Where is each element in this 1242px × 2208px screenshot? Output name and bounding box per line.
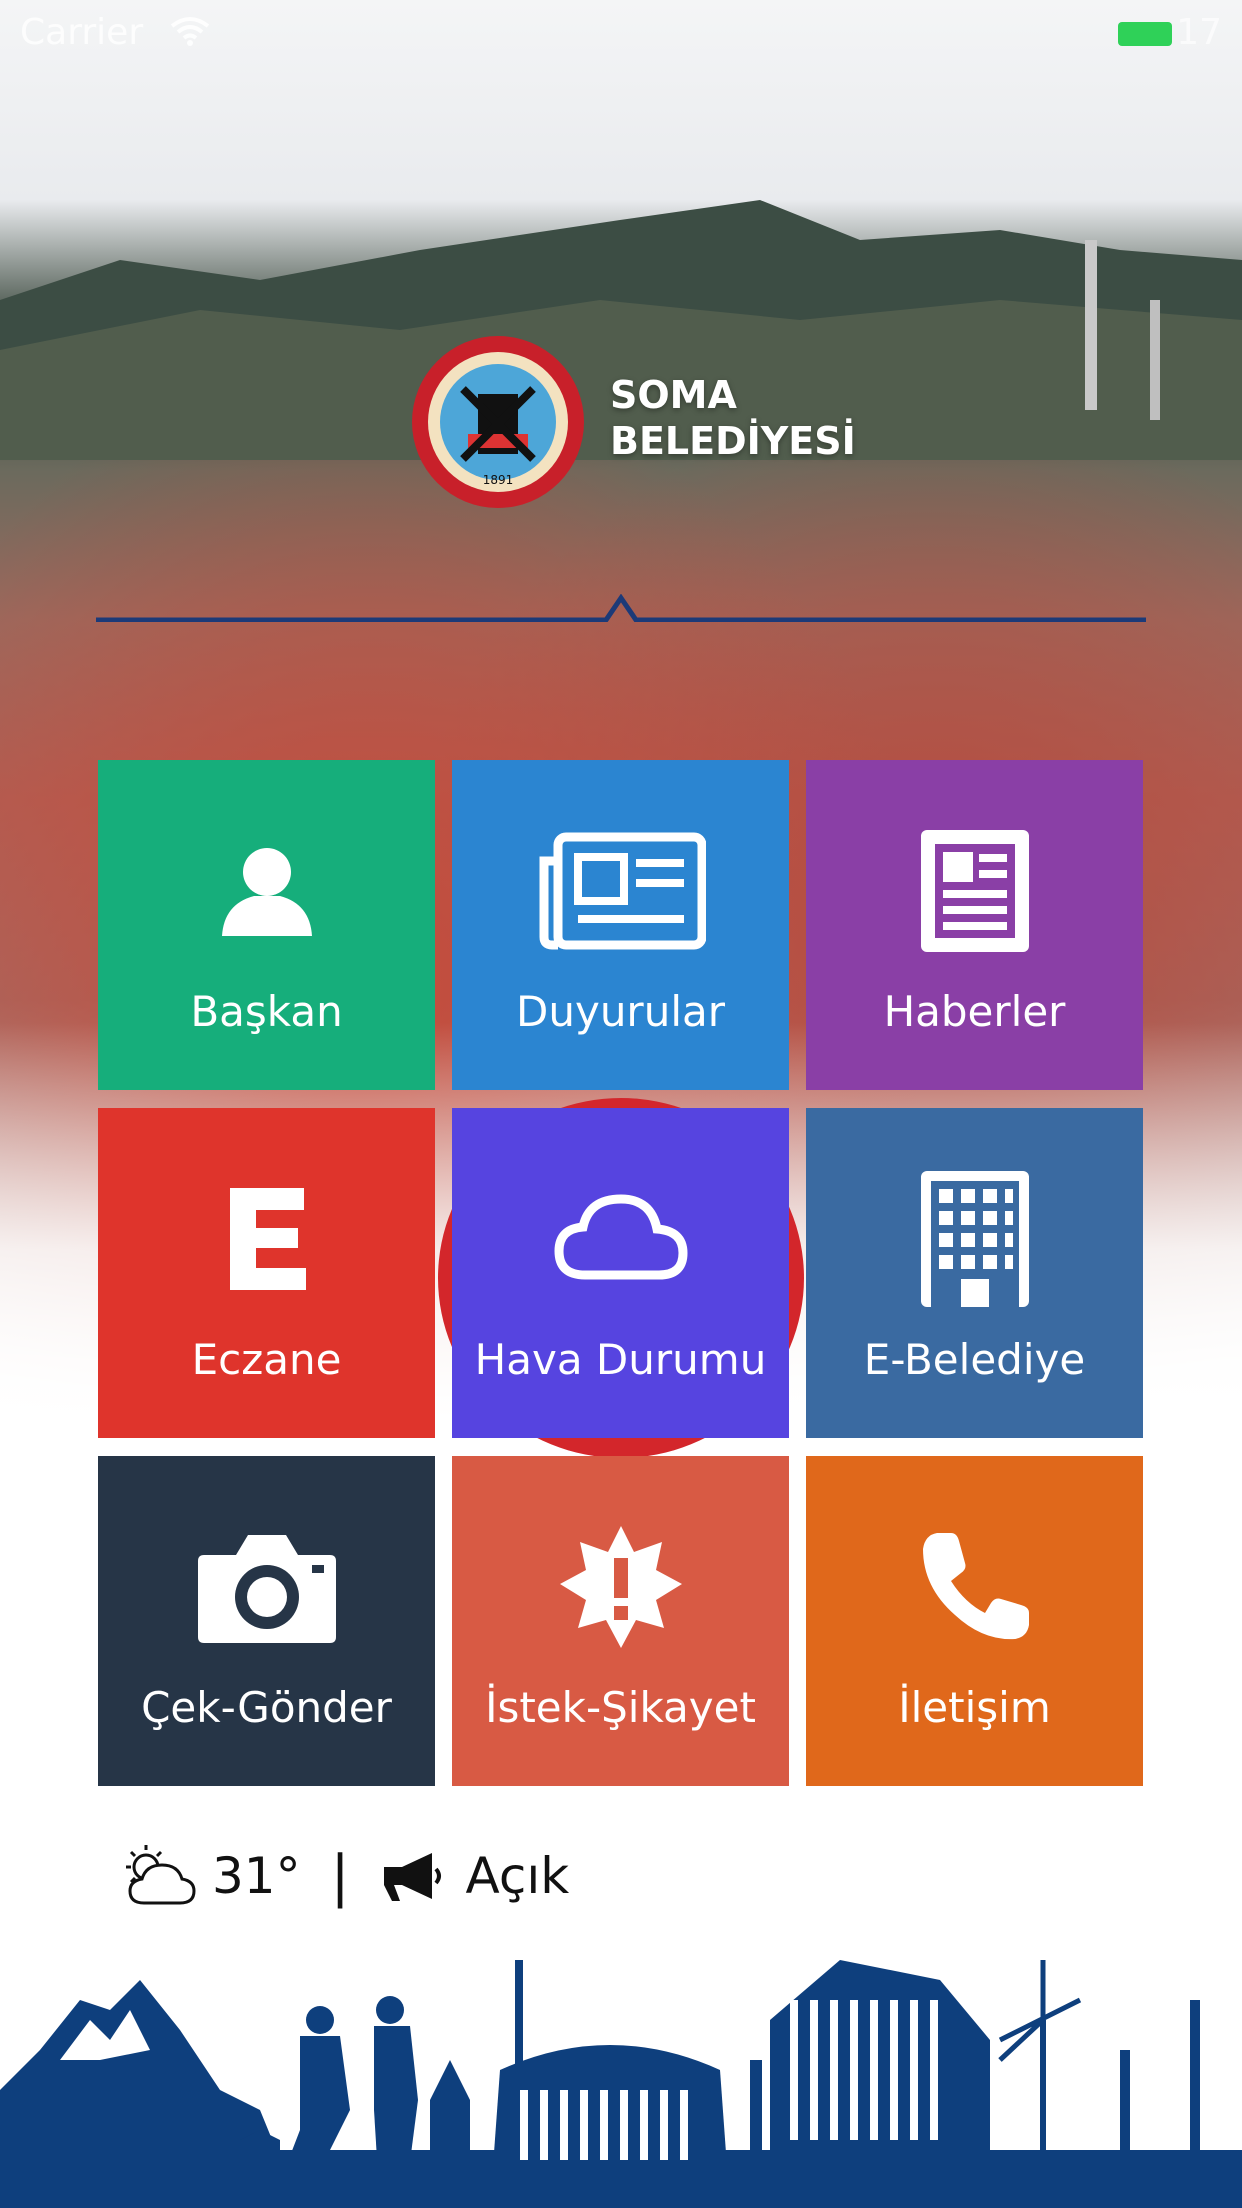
- camera-icon: [197, 1535, 336, 1643]
- status-bar: Carrier 17: [0, 0, 1242, 66]
- seal-year: 1891: [483, 473, 514, 487]
- megaphone-icon: [383, 1853, 441, 1901]
- tile-label: Çek-Gönder: [141, 1683, 392, 1732]
- tile-duyurular[interactable]: Duyurular: [452, 760, 789, 1090]
- pharmacy-e-icon: [229, 1188, 306, 1290]
- carrier-label: Carrier: [20, 12, 144, 53]
- tile-haberler[interactable]: Haberler: [806, 760, 1143, 1090]
- tile-istek-sikayet[interactable]: İstek-Şikayet: [452, 1456, 789, 1786]
- building-icon: [920, 1171, 1029, 1307]
- tile-hava-durumu[interactable]: Hava Durumu: [452, 1108, 789, 1438]
- tile-label: Hava Durumu: [474, 1335, 767, 1384]
- weather-info-bar: 31° | Açık: [118, 1836, 569, 1916]
- battery-icon: [1118, 22, 1172, 46]
- city-skyline-illustration: [0, 1960, 1242, 2208]
- wifi-icon: [170, 17, 210, 46]
- cloud-icon: [553, 1194, 688, 1280]
- tile-e-belediye[interactable]: E-Belediye: [806, 1108, 1143, 1438]
- newspaper-icon: [539, 832, 706, 950]
- brand-line-1: SOMA: [610, 373, 737, 417]
- tile-cek-gonder[interactable]: Çek-Gönder: [98, 1456, 435, 1786]
- article-icon: [920, 830, 1029, 952]
- tile-baskan[interactable]: Başkan: [98, 760, 435, 1090]
- tile-label: İletişim: [898, 1683, 1051, 1732]
- tile-eczane[interactable]: Eczane: [98, 1108, 435, 1438]
- brand-line-2: BELEDİYESİ: [610, 419, 856, 463]
- alert-badge-icon: [559, 1526, 682, 1648]
- battery-percentage: 17: [1176, 12, 1222, 53]
- person-icon: [221, 848, 312, 936]
- municipality-seal-logo: 1891: [412, 336, 584, 508]
- tile-label: Eczane: [191, 1335, 342, 1384]
- tile-iletisim[interactable]: İletişim: [806, 1456, 1143, 1786]
- partly-cloudy-icon: [126, 1845, 196, 1905]
- tile-label: E-Belediye: [863, 1335, 1086, 1384]
- header-divider: [96, 594, 1146, 622]
- tile-label: Haberler: [883, 987, 1066, 1036]
- announcement-status: Açık: [465, 1847, 570, 1905]
- separator: |: [330, 1843, 350, 1909]
- phone-icon: [922, 1533, 1029, 1640]
- temperature-text: 31°: [212, 1847, 301, 1905]
- menu-grid: Başkan Duyurular Haberler Eczane Hava Du…: [98, 760, 1143, 1788]
- tile-label: Duyurular: [516, 987, 725, 1036]
- tile-label: İstek-Şikayet: [485, 1683, 756, 1732]
- tile-label: Başkan: [190, 987, 343, 1036]
- municipality-name: SOMA BELEDİYESİ: [610, 372, 856, 464]
